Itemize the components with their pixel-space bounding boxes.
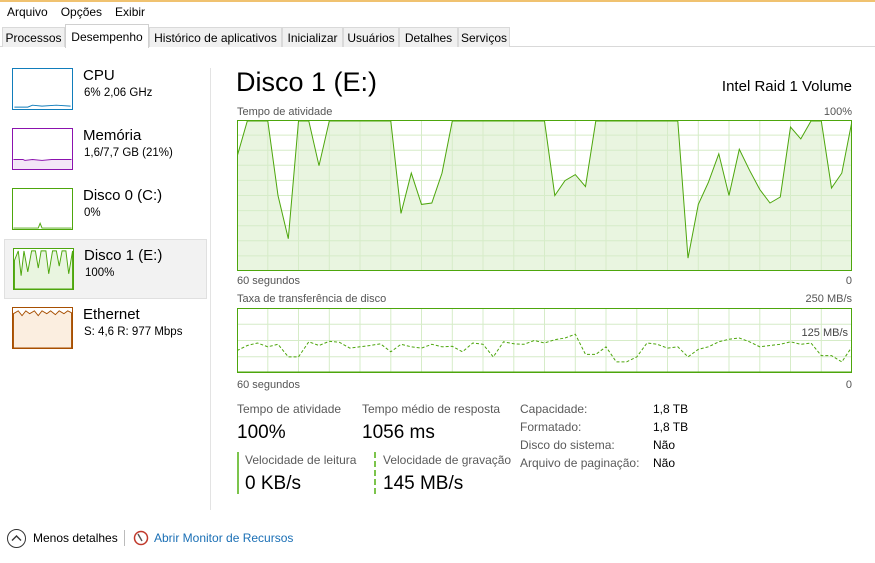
open-resource-monitor-link[interactable]: Abrir Monitor de Recursos [154,531,293,545]
device-model: Intel Raid 1 Volume [721,78,852,95]
graph2-max-label: 250 MB/s [805,293,852,305]
transfer-chart [237,308,852,373]
write-value: 145 MB/s [383,473,464,494]
disk-graph-icon [13,248,74,290]
menu-bar: Arquivo Opções Exibir [0,2,875,21]
response-label: Tempo médio de resposta [362,402,501,416]
spec-label: Formatado: [520,420,582,434]
sidebar-item-value: 100% [85,267,115,279]
sidebar-item-memoria[interactable]: Memória 1,6/7,7 GB (21%) [4,120,207,180]
activity-label: Tempo de atividade [237,402,342,416]
footer-divider [124,530,125,546]
sidebar-item-name: Disco 1 (E:) [84,247,163,264]
spec-label: Arquivo de paginação: [520,456,640,470]
spec-label: Disco do sistema: [520,438,615,452]
sidebar-item-value: 0% [84,207,101,219]
disk-graph-icon [12,188,73,230]
sidebar-item-ethernet[interactable]: Ethernet S: 4,6 R: 977 Mbps [4,299,207,359]
sidebar-item-value: S: 4,6 R: 977 Mbps [84,326,183,338]
menu-arquivo[interactable]: Arquivo [7,5,48,19]
sidebar-item-disco1[interactable]: Disco 1 (E:) 100% [4,239,207,299]
activity-value: 100% [237,422,286,443]
write-legend-line [374,452,376,494]
sidebar-item-name: Ethernet [83,306,140,323]
spec-label: Capacidade: [520,402,588,416]
tab-servicos[interactable]: Serviços [458,27,510,47]
menu-exibir[interactable]: Exibir [115,5,145,19]
resource-monitor-icon[interactable] [133,530,149,546]
activity-chart [237,120,852,271]
sidebar-item-value: 6% 2,06 GHz [84,87,153,99]
read-value: 0 KB/s [245,473,301,494]
memory-graph-icon [12,128,73,170]
graph2-label: Taxa de transferência de disco [237,293,387,305]
tab-historico[interactable]: Histórico de aplicativos [149,27,282,47]
sidebar-item-value: 1,6/7,7 GB (21%) [84,147,173,159]
sidebar-item-disco0[interactable]: Disco 0 (C:) 0% [4,180,207,240]
spec-value: Não [653,438,676,452]
spec-value: 1,8 TB [653,402,689,416]
chevron-up-icon[interactable] [7,529,26,548]
tab-detalhes[interactable]: Detalhes [399,27,458,47]
response-value: 1056 ms [362,422,435,443]
sidebar-item-name: CPU [83,67,115,84]
read-legend-line [237,452,239,494]
menu-opcoes[interactable]: Opções [61,5,102,19]
graph2-min-label: 0 [845,379,852,391]
less-details-link[interactable]: Menos detalhes [33,531,118,545]
graph2-mid-label: 125 MB/s [801,327,848,339]
sidebar-item-name: Disco 0 (C:) [83,187,163,204]
tab-processos[interactable]: Processos [2,27,65,47]
graph1-max-label: 100% [823,106,852,118]
tab-usuarios[interactable]: Usuários [343,27,399,47]
page-title: Disco 1 (E:) [236,67,378,97]
sidebar-item-cpu[interactable]: CPU 6% 2,06 GHz [4,60,207,120]
tab-strip: Processos Desempenho Histórico de aplica… [0,24,875,48]
tab-desempenho[interactable]: Desempenho [65,24,149,48]
read-label: Velocidade de leitura [245,453,357,467]
tab-inicializar[interactable]: Inicializar [282,27,343,47]
spec-value: Não [653,456,676,470]
panel-divider [210,68,211,510]
graph1-min-label: 0 [845,275,852,287]
sidebar-item-name: Memória [83,127,142,144]
graph2-time-label: 60 segundos [237,379,300,391]
write-label: Velocidade de gravação [383,453,512,467]
spec-value: 1,8 TB [653,420,689,434]
ethernet-graph-icon [12,307,73,349]
graph1-label: Tempo de atividade [237,106,333,118]
cpu-graph-icon [12,68,73,110]
graph1-time-label: 60 segundos [237,275,300,287]
